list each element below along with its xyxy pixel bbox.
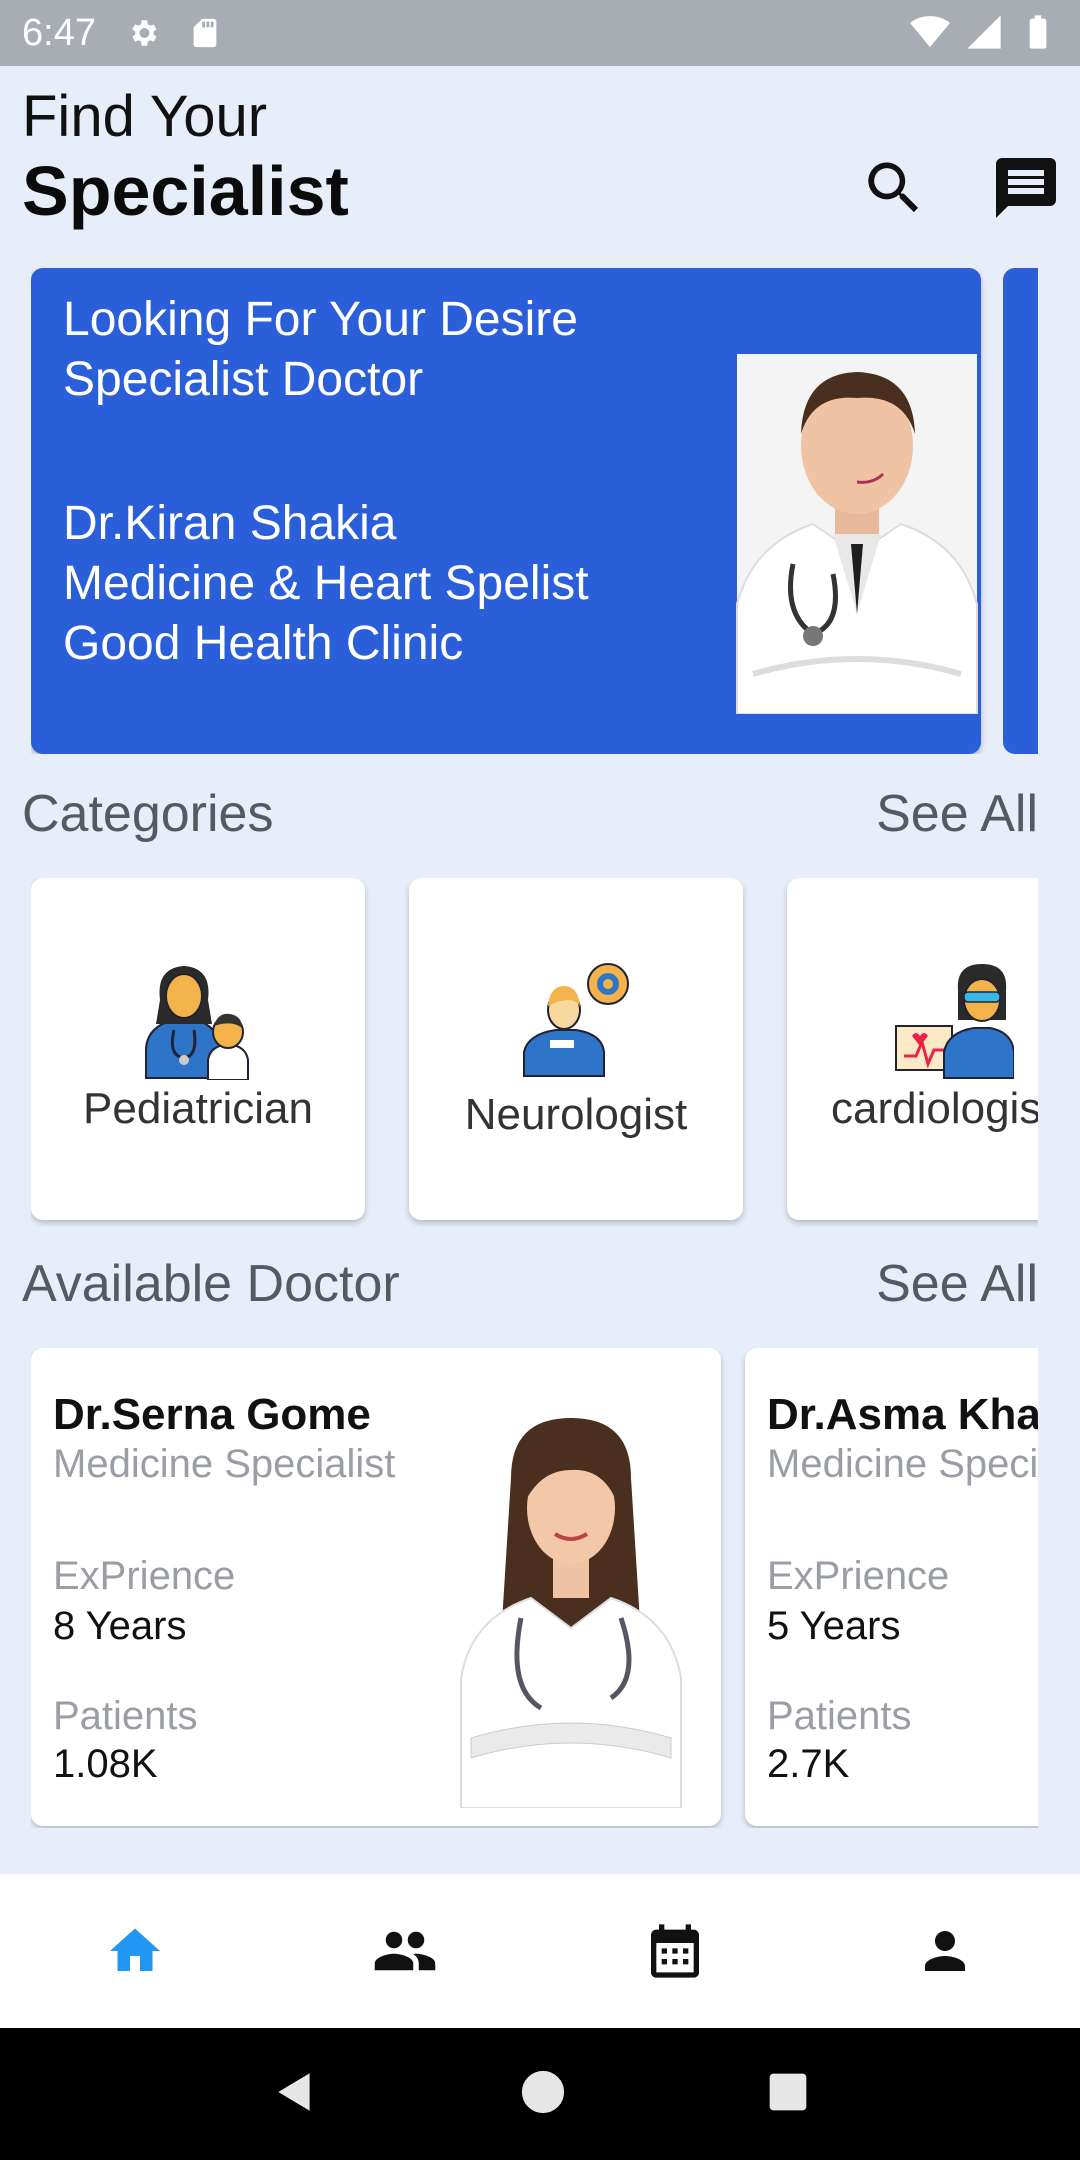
category-card-neurologist[interactable]: Neurologist [409, 878, 743, 1220]
category-label: Neurologist [464, 1090, 688, 1139]
doctors-see-all-link[interactable]: See All [876, 1254, 1038, 1314]
banner-carousel[interactable]: Looking For Your Desire Specialist Docto… [31, 268, 1038, 754]
home-circle-icon [521, 2070, 565, 2113]
bottom-navigation [0, 1874, 1080, 2028]
status-bar: 6:47 [0, 0, 1080, 66]
back-button[interactable] [270, 2067, 320, 2122]
categories-title: Categories [22, 785, 274, 843]
settings-icon [126, 16, 160, 50]
category-label: cardiologist [831, 1084, 1038, 1133]
nav-profile[interactable] [895, 1901, 995, 2001]
categories-see-all-link[interactable]: See All [876, 784, 1038, 844]
home-button[interactable] [520, 2069, 566, 2120]
page-title-line1: Find Your [22, 84, 268, 149]
doctor-card[interactable]: Dr.Asma Khan Medicine Specialist ExPrien… [745, 1348, 1038, 1826]
experience-label: ExPrience [53, 1554, 236, 1598]
category-card-pediatrician[interactable]: Pediatrician [31, 878, 365, 1220]
recents-button[interactable] [766, 2070, 810, 2119]
doctor-name: Dr.Serna Gome [53, 1390, 371, 1439]
doctor-photo [736, 354, 978, 714]
patients-value: 1.08K [53, 1742, 158, 1786]
banner-specialty: Medicine & Heart Spelist [63, 557, 589, 610]
patients-value: 2.7K [767, 1742, 850, 1786]
categories-list: Pediatrician Neurologist cardiologist [31, 878, 1038, 1228]
calendar-icon [651, 1924, 699, 1978]
doctor-card[interactable]: Dr.Serna Gome Medicine Specialist ExPrie… [31, 1348, 721, 1826]
doctor-specialty: Medicine Specialist [53, 1442, 396, 1486]
nav-home[interactable] [85, 1901, 185, 2001]
patients-label: Patients [767, 1694, 912, 1738]
message-icon [996, 158, 1056, 218]
doctors-title: Available Doctor [22, 1255, 400, 1313]
patients-label: Patients [53, 1694, 198, 1738]
person-icon [925, 1931, 965, 1971]
banner-clinic: Good Health Clinic [63, 617, 464, 670]
doctors-list: Dr.Serna Gome Medicine Specialist ExPrie… [31, 1348, 1038, 1828]
recents-icon [769, 2073, 807, 2110]
messages-button[interactable] [990, 152, 1062, 224]
category-card-cardiologist[interactable]: cardiologist [787, 878, 1038, 1220]
category-label: Pediatrician [83, 1084, 313, 1133]
experience-value: 8 Years [53, 1604, 187, 1648]
back-icon [278, 2072, 310, 2111]
battery-icon [1018, 12, 1058, 62]
experience-value: 5 Years [767, 1604, 901, 1648]
experience-label: ExPrience [767, 1554, 950, 1598]
doctor-photo [460, 1418, 682, 1808]
neurologist-icon [523, 963, 629, 1077]
people-icon [374, 1931, 436, 1971]
system-navigation-bar [0, 2028, 1080, 2160]
wifi-icon [910, 12, 950, 62]
doctor-specialty: Medicine Specialist [767, 1442, 1038, 1486]
signal-icon [964, 12, 1004, 62]
cardiologist-icon [895, 964, 1014, 1079]
page-header: Find Your Specialist [22, 84, 1062, 234]
sd-card-icon [188, 16, 222, 50]
status-time: 6:47 [22, 11, 96, 54]
banner-card-next[interactable] [1003, 268, 1038, 754]
doctor-name: Dr.Asma Khan [767, 1390, 1038, 1439]
pediatrician-icon [145, 966, 249, 1080]
search-button[interactable] [858, 152, 930, 224]
banner-card[interactable]: Looking For Your Desire Specialist Docto… [31, 268, 981, 754]
banner-doctor-info: Dr.Kiran Shakia Medicine & Heart Spelist… [63, 494, 703, 674]
banner-tagline: Looking For Your Desire Specialist Docto… [63, 293, 578, 406]
nav-calendar[interactable] [625, 1901, 725, 2001]
banner-doctor-name: Dr.Kiran Shakia [63, 497, 397, 550]
search-icon [868, 162, 919, 213]
home-icon [110, 1928, 160, 1971]
nav-doctors[interactable] [355, 1901, 455, 2001]
